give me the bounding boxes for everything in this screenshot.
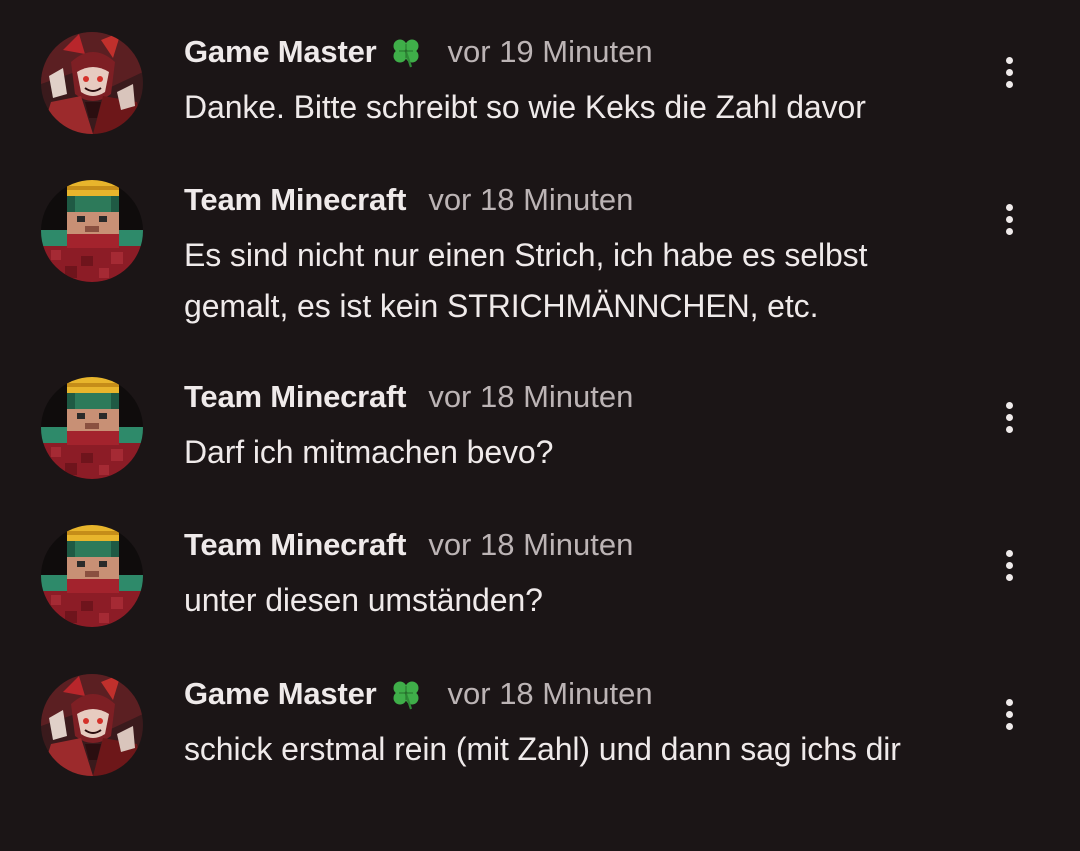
comment-timestamp: vor 18 Minuten [428, 527, 634, 562]
three-dots-vertical-icon[interactable] [994, 197, 1024, 241]
team-minecraft-avatar[interactable] [41, 525, 143, 627]
four-leaf-clover-icon [389, 35, 423, 69]
comment-header: Team Minecraft vor 18 Minuten [184, 377, 633, 417]
three-dots-vertical-icon[interactable] [994, 543, 1024, 587]
comment-timestamp: vor 19 Minuten [447, 34, 653, 69]
comment-header: Game Master vor 19 Minuten [184, 32, 653, 72]
author-name[interactable]: Team Minecraft [184, 379, 407, 415]
comment-header: Game Master vor 18 Minuten [184, 674, 653, 714]
comment-timestamp: vor 18 Minuten [428, 379, 634, 414]
comment-text: Danke. Bitte schreibt so wie Keks die Za… [184, 89, 866, 125]
comment-text: schick erstmal rein (mit Zahl) und dann … [184, 731, 901, 767]
author-name[interactable]: Team Minecraft [184, 527, 407, 563]
comment-timestamp: vor 18 Minuten [447, 676, 653, 711]
comment-text: Darf ich mitmachen bevo? [184, 434, 554, 470]
comment-header: Team Minecraft vor 18 Minuten [184, 180, 633, 220]
author-name[interactable]: Game Master [184, 34, 377, 70]
comment-text: unter diesen umständen? [184, 582, 543, 618]
author-name[interactable]: Team Minecraft [184, 182, 407, 218]
comment-header: Team Minecraft vor 18 Minuten [184, 525, 633, 565]
game-master-avatar[interactable] [41, 32, 143, 134]
team-minecraft-avatar[interactable] [41, 377, 143, 479]
three-dots-vertical-icon[interactable] [994, 692, 1024, 736]
author-name[interactable]: Game Master [184, 676, 377, 712]
team-minecraft-avatar[interactable] [41, 180, 143, 282]
comment-text: Es sind nicht nur einen Strich, ich habe… [184, 237, 868, 324]
three-dots-vertical-icon[interactable] [994, 395, 1024, 439]
comment-timestamp: vor 18 Minuten [428, 182, 634, 217]
game-master-avatar[interactable] [41, 674, 143, 776]
four-leaf-clover-icon [389, 677, 423, 711]
three-dots-vertical-icon[interactable] [994, 50, 1024, 94]
